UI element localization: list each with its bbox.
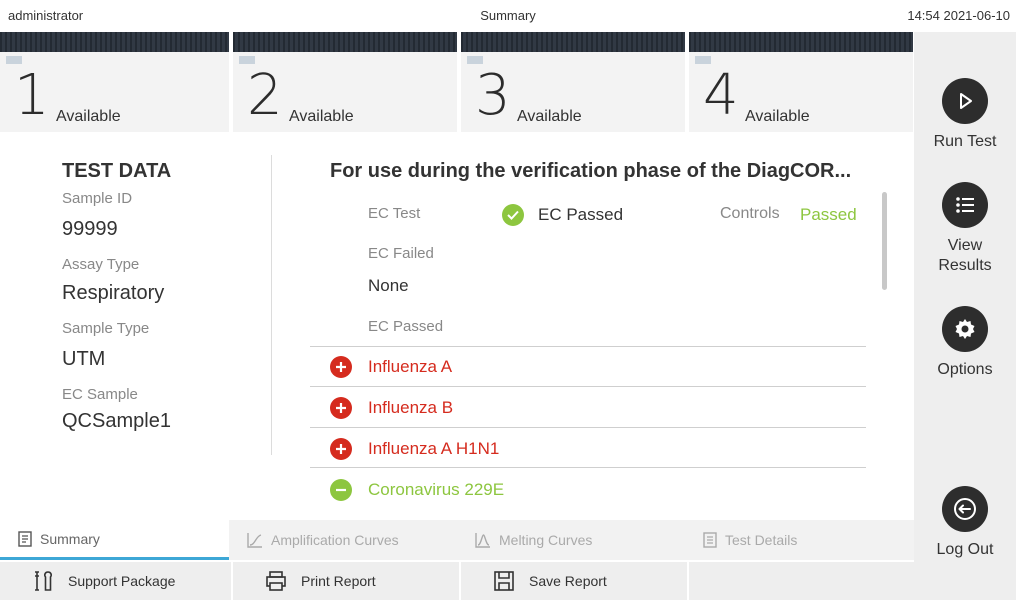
module-stripe [689,32,913,52]
pathogen-row: Influenza A [330,353,452,381]
module-status: Available [289,108,354,125]
sample-id-value: 99999 [62,218,118,240]
assay-title: For use during the verification phase of… [330,160,852,182]
support-package-button[interactable]: Support Package [0,562,229,600]
module-tab-3[interactable]: 3 Available [461,32,685,132]
top-status-bar: administrator Summary 14:54 2021-06-10 [0,0,1016,30]
plus-icon [330,356,352,378]
module-bar: 1 Available 2 Available 3 Available 4 Av… [0,32,914,132]
printer-icon [265,570,287,592]
plus-icon [330,397,352,419]
module-number: 4 [703,63,739,128]
plus-icon [330,438,352,460]
module-stripe [461,32,685,52]
row-divider [310,467,866,468]
melting-icon [475,532,491,548]
tools-icon [32,570,54,592]
sample-type-value: UTM [62,348,106,370]
assay-type-value: Respiratory [62,282,165,304]
panel-divider [271,155,272,455]
ec-passed-label: EC Passed [368,318,444,335]
test-data-heading: TEST DATA [62,160,172,182]
row-divider [310,346,866,347]
results-scrollbar[interactable] [882,192,887,290]
row-divider [310,386,866,387]
module-number: 1 [14,63,50,128]
support-package-label: Support Package [68,573,176,589]
module-status: Available [56,108,121,125]
action-bar: Support Package Print Report Save Report [0,562,914,600]
ec-failed-label: EC Failed [368,245,434,262]
tab-melting-curves[interactable]: Melting Curves [457,520,685,560]
view-results-label: View Results [938,237,992,274]
sample-id-label: Sample ID [62,190,133,207]
ec-test-label: EC Test [368,205,421,222]
run-test-button[interactable]: Run Test [914,78,1016,152]
check-icon [502,204,524,226]
save-report-button[interactable]: Save Report [459,562,685,600]
tab-summary-label: Summary [40,530,100,547]
list-icon [942,182,988,228]
document-icon [18,530,32,547]
controls-label: Controls [720,205,780,222]
module-tab-1[interactable]: 1 Available [0,32,229,132]
module-status: Available [517,108,582,125]
view-tabs: Summary Amplification Curves Melting Cur… [0,520,914,560]
pathogen-name: Influenza A [368,357,453,376]
right-sidebar: Run Test View Results Options Log Out [914,32,1016,600]
run-test-label: Run Test [933,133,997,150]
curve-icon [247,532,263,548]
tab-test-details[interactable]: Test Details [685,520,914,560]
ec-failed-value: None [368,276,409,295]
options-label: Options [937,361,993,378]
ec-sample-label: EC Sample [62,386,138,403]
gear-icon [942,306,988,352]
test-data-panel: TEST DATA Sample ID 99999 Assay Type Res… [0,132,272,520]
pathogen-row: Influenza B [330,394,453,422]
screen-title: Summary [480,8,536,23]
tab-melting-label: Melting Curves [499,532,593,548]
details-icon [703,532,717,548]
tab-summary[interactable]: Summary [0,520,229,560]
pathogen-row: Influenza A H1N1 [330,435,499,463]
pathogen-name: Influenza A H1N1 [368,439,500,458]
play-icon [942,78,988,124]
pathogen-row: Coronavirus 229E [330,476,504,504]
tab-test-details-label: Test Details [725,532,798,548]
tab-amplification-label: Amplification Curves [271,532,399,548]
print-report-label: Print Report [301,573,376,589]
module-stripe [0,32,229,52]
row-divider [310,427,866,428]
date-time: 14:54 2021-06-10 [907,8,1010,23]
module-status: Available [745,108,810,125]
module-tab-4[interactable]: 4 Available [689,32,913,132]
save-report-label: Save Report [529,573,607,589]
log-out-button[interactable]: Log Out [914,486,1016,560]
controls-status: Passed [800,205,857,224]
logout-icon [942,486,988,532]
pathogen-name: Coronavirus 229E [368,480,505,499]
module-stripe [233,32,457,52]
empty-action-slot [687,562,914,600]
sample-type-label: Sample Type [62,320,150,337]
module-number: 3 [475,63,511,128]
log-out-label: Log Out [936,541,994,558]
view-results-button[interactable]: View Results [914,182,1016,276]
ec-sample-value: QCSample1 [62,410,171,432]
save-icon [493,570,515,592]
module-tab-2[interactable]: 2 Available [233,32,457,132]
assay-type-label: Assay Type [62,256,140,273]
ec-status: EC Passed [538,205,624,224]
pathogen-name: Influenza B [368,398,454,417]
module-number: 2 [247,63,283,128]
print-report-button[interactable]: Print Report [231,562,457,600]
minus-icon [330,479,352,501]
tab-amplification-curves[interactable]: Amplification Curves [229,520,457,560]
options-button[interactable]: Options [914,306,1016,380]
